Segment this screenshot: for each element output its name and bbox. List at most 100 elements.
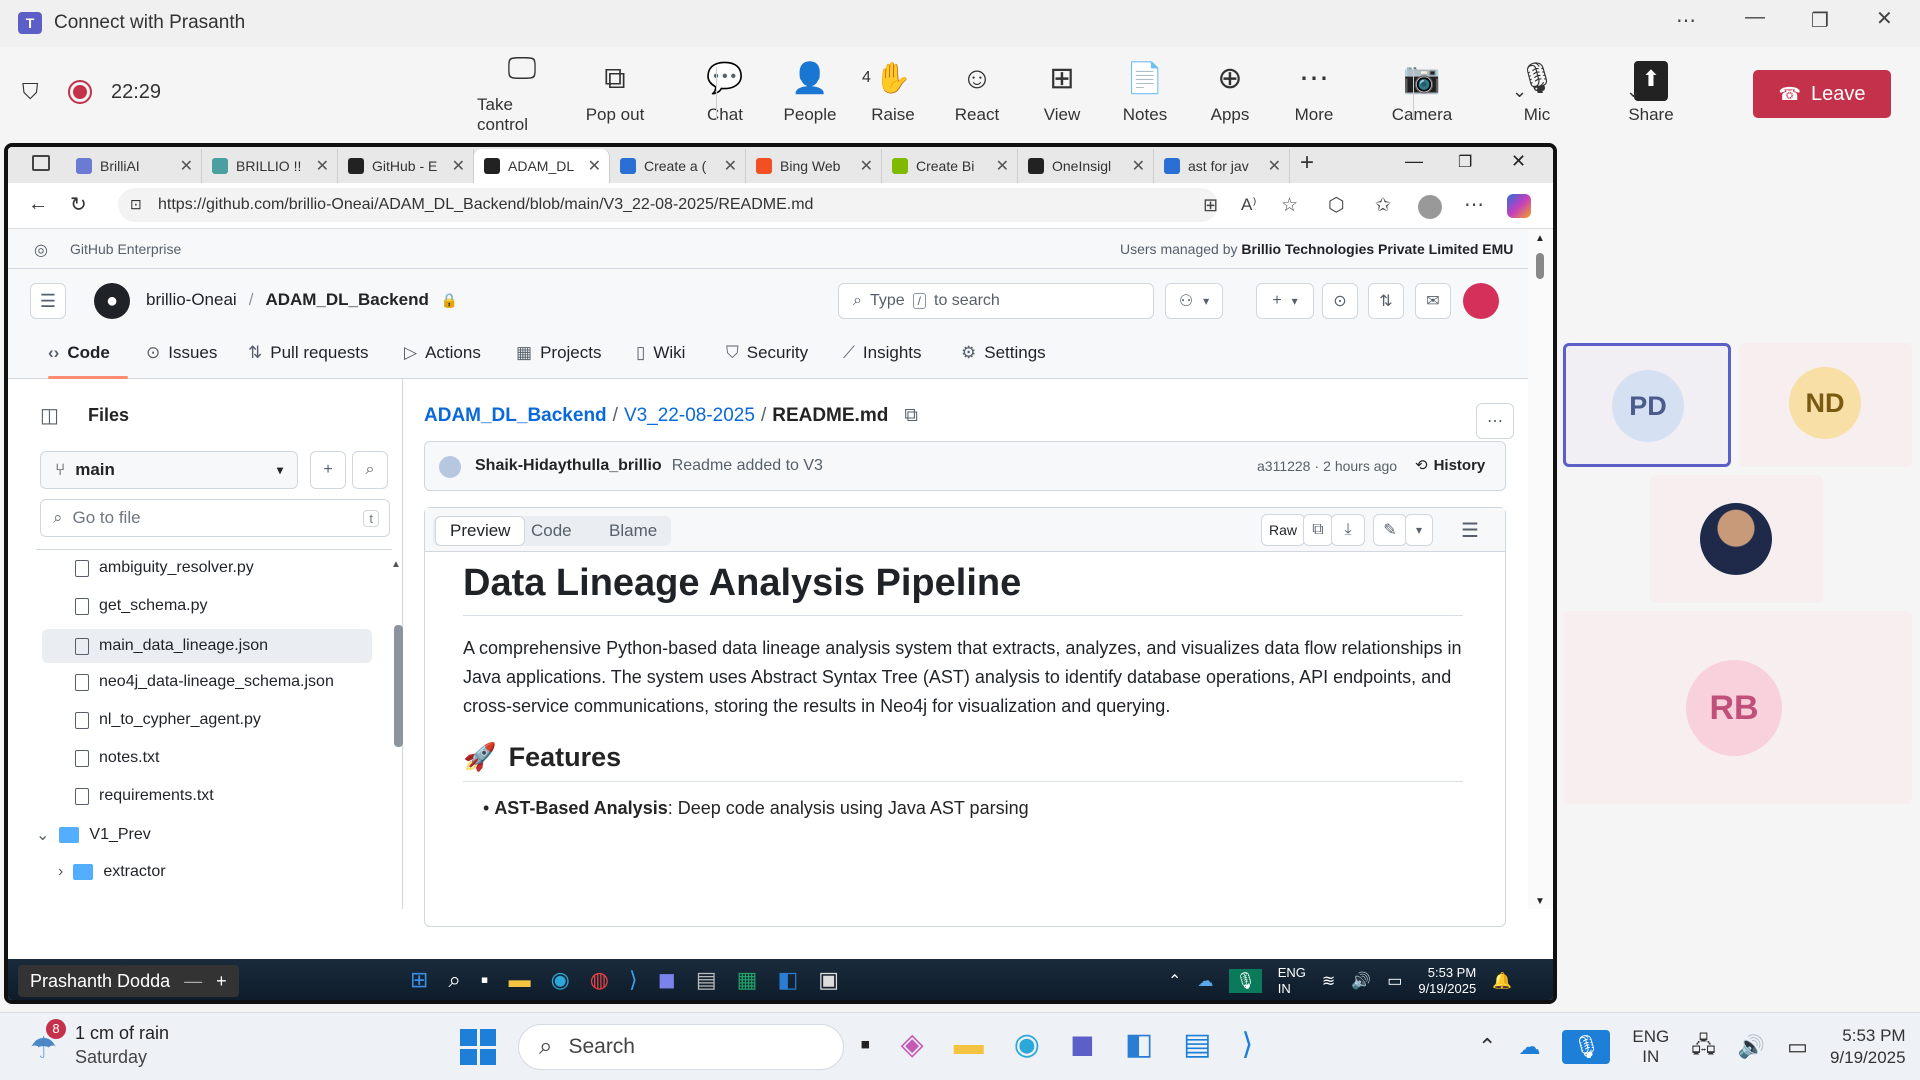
tab-close-icon[interactable]: ✕: [1268, 156, 1281, 176]
commit-author[interactable]: Shaik-Hidaythulla_brillio: [475, 457, 662, 475]
profile-avatar[interactable]: [1418, 195, 1442, 219]
file-tree-item[interactable]: ⌄ V1_Prev: [36, 825, 151, 845]
mic-active-icon[interactable]: 🎙: [1562, 1030, 1611, 1064]
more-options-icon[interactable]: ⋯: [1476, 403, 1514, 439]
browser-menu-icon[interactable]: ⋯: [1464, 192, 1484, 217]
notepad-icon[interactable]: ▤: [696, 967, 717, 993]
read-aloud-icon[interactable]: A⁾: [1241, 195, 1257, 215]
chrome-icon[interactable]: ◍: [590, 967, 609, 993]
m365-icon[interactable]: ◈: [901, 1027, 924, 1062]
leave-button[interactable]: ☎ Leave: [1753, 70, 1891, 118]
camera-button[interactable]: 📷 Camera: [1377, 47, 1467, 139]
camera-options-chevron-icon[interactable]: ⌄: [1512, 81, 1527, 102]
tab-insights[interactable]: ⟋ Insights: [843, 343, 922, 363]
task-view-icon[interactable]: ▪: [860, 1028, 871, 1062]
file-explorer-icon[interactable]: ▬: [954, 1028, 984, 1062]
outlook-icon[interactable]: ◧: [1125, 1027, 1153, 1062]
mic-button[interactable]: 🎙 Mic: [1492, 47, 1582, 139]
tab-pull-requests[interactable]: ⇅ Pull requests: [248, 343, 369, 363]
breadcrumb-folder[interactable]: V3_22-08-2025: [624, 405, 755, 427]
browser-tab[interactable]: BRILLIO !! ✕: [202, 149, 338, 183]
user-avatar[interactable]: [1463, 283, 1499, 319]
browser-tab[interactable]: BrilliAI ✕: [66, 149, 202, 183]
page-scrollbar[interactable]: ▲ ▼: [1528, 229, 1553, 909]
search-files-icon[interactable]: ⌕: [352, 451, 388, 489]
file-tree-item[interactable]: notes.txt: [75, 749, 159, 767]
tab-close-icon[interactable]: ✕: [860, 156, 873, 176]
browser-tab[interactable]: GitHub - E ✕: [338, 149, 474, 183]
file-tree-item[interactable]: › extractor: [58, 863, 166, 881]
download-icon[interactable]: ⤓: [1331, 514, 1365, 546]
mic-options-chevron-icon[interactable]: ⌄: [1626, 81, 1641, 102]
task-view-icon[interactable]: ▪: [481, 967, 489, 993]
tab-actions[interactable]: ▷ Actions: [404, 343, 481, 363]
github-logo-icon[interactable]: ●: [94, 283, 130, 319]
clock[interactable]: 5:53 PM 9/19/2025: [1830, 1025, 1906, 1069]
create-new-button[interactable]: + ▾: [1256, 283, 1314, 319]
react-button[interactable]: ☺ React: [932, 47, 1022, 139]
github-search-input[interactable]: ⌕ Type / to search: [838, 283, 1154, 319]
restore-button[interactable]: ❐: [1811, 8, 1829, 33]
tab-security[interactable]: ⛉ Security: [726, 343, 808, 363]
tab-close-icon[interactable]: ✕: [180, 156, 193, 176]
participant-tile-pd[interactable]: PD: [1563, 343, 1731, 467]
chevron-down-icon[interactable]: ⌄: [36, 825, 49, 845]
tab-close-icon[interactable]: ✕: [452, 156, 465, 176]
close-button[interactable]: ✕: [1876, 6, 1893, 31]
tab-settings[interactable]: ⚙ Settings: [961, 343, 1046, 363]
browser-tab[interactable]: ADAM_DL ✕: [474, 149, 610, 183]
file-tree-item[interactable]: requirements.txt: [75, 787, 214, 805]
browser-close-button[interactable]: ✕: [1511, 151, 1526, 172]
tab-close-icon[interactable]: ✕: [1132, 156, 1145, 176]
more-options-icon[interactable]: ⋯: [1676, 8, 1696, 33]
tab-close-icon[interactable]: ✕: [996, 156, 1009, 176]
tab-close-icon[interactable]: ✕: [316, 156, 329, 176]
hamburger-menu-icon[interactable]: ☰: [30, 283, 66, 319]
copilot-button[interactable]: ⚇ ▾: [1165, 283, 1223, 319]
tab-close-icon[interactable]: ✕: [588, 156, 601, 176]
edit-pencil-icon[interactable]: ✎: [1373, 514, 1407, 546]
tab-code[interactable]: ‹› Code: [48, 343, 110, 363]
commit-message[interactable]: Readme added to V3: [672, 457, 823, 475]
raise-button[interactable]: ✋ Raise: [848, 47, 938, 139]
view-tab-blame[interactable]: Blame: [595, 516, 671, 546]
onedrive-icon[interactable]: ☁: [1518, 1034, 1540, 1060]
more-button[interactable]: ⋯ More: [1269, 47, 1359, 139]
view-tab-preview[interactable]: Preview: [435, 516, 526, 546]
notification-icon[interactable]: 🔔: [1492, 971, 1512, 991]
browser-tab[interactable]: ast for jav ✕: [1154, 149, 1290, 183]
new-tab-icon[interactable]: +: [1300, 149, 1314, 177]
browser-tab[interactable]: OneInsigl ✕: [1018, 149, 1154, 183]
edge-icon[interactable]: ◉: [551, 967, 570, 993]
favorites-icon[interactable]: ✩: [1375, 194, 1391, 217]
browser-restore-button[interactable]: ❐: [1458, 152, 1472, 172]
breadcrumb-repo[interactable]: ADAM_DL_Backend: [424, 405, 607, 427]
go-to-file-input[interactable]: ⌕ Go to file t: [40, 499, 390, 537]
browser-tab[interactable]: Bing Web ✕: [746, 149, 882, 183]
pop-out-button[interactable]: ⧉ Pop out: [570, 47, 660, 139]
branch-selector[interactable]: ⑂ main ▾: [40, 451, 298, 489]
edge-icon[interactable]: ◉: [1014, 1027, 1040, 1062]
vscode-icon[interactable]: ⟩: [629, 967, 638, 993]
browser-minimize-button[interactable]: —: [1405, 151, 1423, 172]
participant-tile-photo[interactable]: [1650, 475, 1823, 603]
history-button[interactable]: ⟲ History: [1415, 456, 1485, 475]
commit-sha[interactable]: a311228: [1257, 458, 1310, 474]
owner-link[interactable]: brillio-Oneai: [146, 290, 237, 310]
back-icon[interactable]: ←: [28, 193, 48, 216]
view-tab-code[interactable]: Code: [517, 516, 586, 546]
battery-icon[interactable]: ▭: [1787, 1034, 1808, 1060]
people-button[interactable]: 👤 People: [765, 47, 855, 139]
view-button[interactable]: ⊞ View: [1017, 47, 1107, 139]
file-tree-item[interactable]: nl_to_cypher_agent.py: [75, 711, 261, 729]
notes-button[interactable]: 📄 Notes: [1100, 47, 1190, 139]
edit-chevron-down-icon[interactable]: ▾: [1405, 514, 1433, 546]
take-control-button[interactable]: 🖵 Take control: [477, 47, 567, 139]
browser-tab[interactable]: Create Bi ✕: [882, 149, 1018, 183]
file-tree-item[interactable]: ambiguity_resolver.py: [75, 559, 254, 577]
issues-icon[interactable]: ⊙: [1322, 283, 1358, 319]
favorite-star-icon[interactable]: ☆: [1281, 194, 1298, 217]
apps-button[interactable]: ⊕ Apps: [1185, 47, 1275, 139]
extensions-icon[interactable]: ⬡: [1328, 194, 1345, 217]
vscode-icon[interactable]: ⟩: [1242, 1027, 1254, 1062]
